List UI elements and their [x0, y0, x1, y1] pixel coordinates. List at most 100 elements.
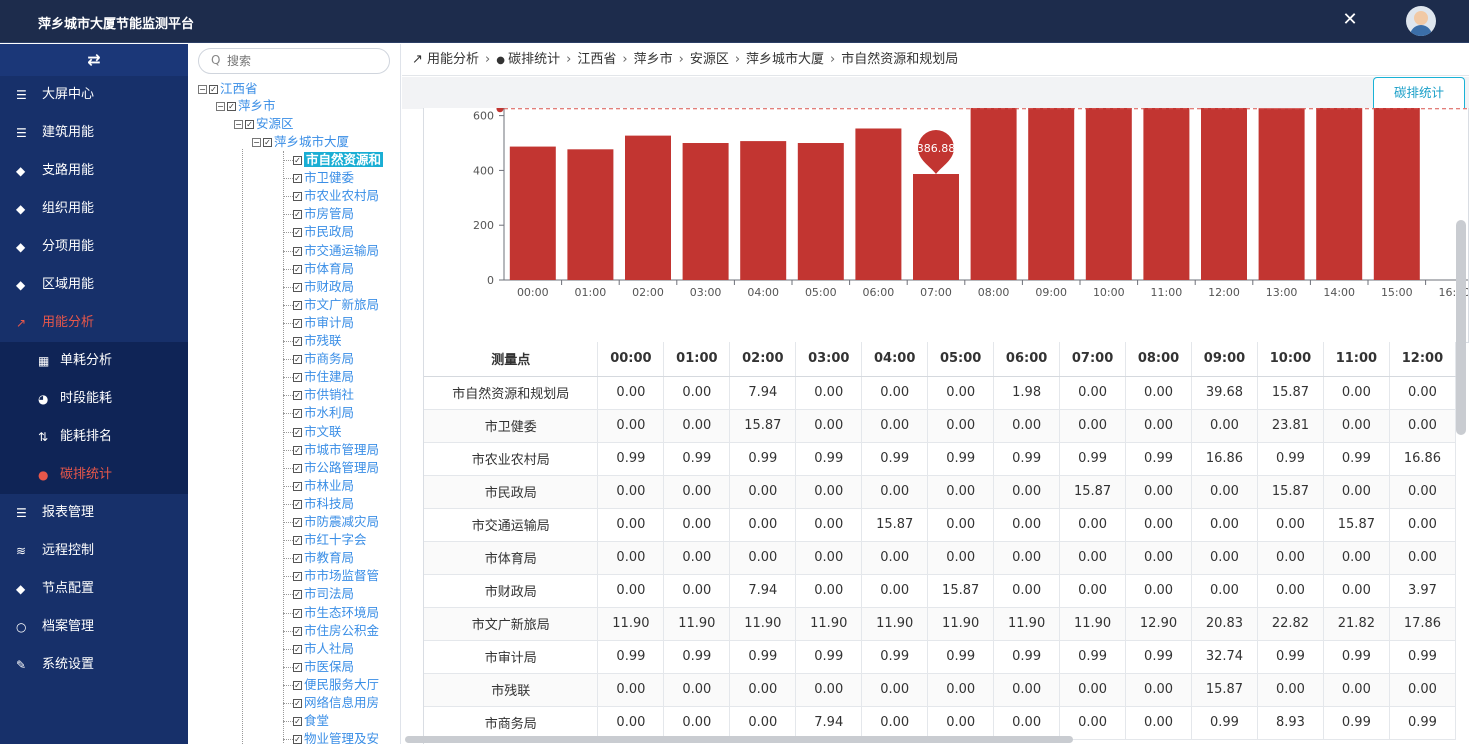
bar-03:00[interactable]	[682, 143, 729, 280]
bar-09:00[interactable]	[1028, 108, 1075, 280]
sidebar-item-15[interactable]: ✎ 系统设置	[0, 646, 188, 684]
breadcrumb-item[interactable]: 萍乡城市大厦	[746, 52, 824, 67]
tree-node-unit[interactable]: ✓ 便民服务大厅	[293, 676, 379, 694]
sidebar-item-7[interactable]: ▦ 单耗分析	[0, 342, 188, 380]
fullscreen-icon[interactable]: ✕	[1340, 10, 1360, 30]
checkbox-icon[interactable]: ✓	[245, 120, 254, 129]
tree-node-unit[interactable]: ✓ 市公路管理局	[293, 459, 379, 477]
tree-node-unit[interactable]: ✓ 网络信息用房	[293, 694, 379, 712]
table-row[interactable]: 市卫健委 0.00 0.00 15.87 0.00 0.00 0.00 0.00 0.00 0.0…	[424, 409, 1456, 443]
checkbox-icon[interactable]: ✓	[293, 300, 302, 310]
tree-node-unit[interactable]: ✓ 市房管局	[293, 205, 354, 223]
sidebar-item-1[interactable]: ☰ 建筑用能	[0, 114, 188, 152]
bar-11:00[interactable]	[1143, 108, 1190, 280]
table-row[interactable]: 市体育局 0.00 0.00 0.00 0.00 0.00 0.00 0.00 0.00 0.00…	[424, 541, 1456, 575]
sidebar-item-10[interactable]: ● 碳排统计	[0, 456, 188, 494]
checkbox-icon[interactable]: ✓	[293, 210, 302, 220]
breadcrumb-item[interactable]: 市自然资源和规划局	[841, 52, 958, 67]
checkbox-icon[interactable]: ✓	[293, 590, 302, 600]
sidebar-item-11[interactable]: ☰ 报表管理	[0, 494, 188, 532]
col-header-07:00[interactable]: 07:00	[1059, 342, 1127, 377]
tree-node-unit[interactable]: ✓ 市教育局	[293, 549, 354, 567]
search-input[interactable]	[227, 52, 377, 70]
col-header-05:00[interactable]: 05:00	[927, 342, 995, 377]
bar-08:00[interactable]	[970, 108, 1017, 280]
tree-node-unit[interactable]: ✓ 市民政局	[293, 223, 354, 241]
tree-node-city[interactable]: − ✓ 萍乡市	[216, 97, 276, 115]
vertical-scrollbar[interactable]	[1456, 220, 1466, 435]
table-row[interactable]: 市审计局 0.99 0.99 0.99 0.99 0.99 0.99 0.99 0.99 0.99…	[424, 640, 1456, 674]
checkbox-icon[interactable]: ✓	[293, 481, 302, 491]
tab-carbon-stats[interactable]: 碳排统计	[1373, 77, 1465, 110]
checkbox-icon[interactable]: ✓	[293, 373, 302, 383]
breadcrumb-item[interactable]: 碳排统计	[508, 52, 560, 67]
table-row[interactable]: 市自然资源和规划局 0.00 0.00 7.94 0.00 0.00 0.00 1.98 0.0…	[424, 376, 1456, 410]
user-avatar[interactable]	[1406, 6, 1436, 36]
table-row[interactable]: 市民政局 0.00 0.00 0.00 0.00 0.00 0.00 0.00 15.87 0.0…	[424, 475, 1456, 509]
col-header-02:00[interactable]: 02:00	[729, 342, 797, 377]
tree-node-unit[interactable]: ✓ 市交通运输局	[293, 242, 379, 260]
tree-node-unit[interactable]: ✓ 市农业农村局	[293, 187, 379, 205]
bar-13:00[interactable]	[1258, 108, 1305, 280]
checkbox-icon[interactable]: ✓	[293, 174, 302, 184]
checkbox-icon[interactable]: ✓	[293, 463, 302, 473]
col-header-09:00[interactable]: 09:00	[1191, 342, 1258, 377]
checkbox-icon[interactable]: ✓	[293, 680, 302, 690]
tree-node-unit[interactable]: ✓ 市科技局	[293, 495, 354, 513]
bar-14:00[interactable]	[1316, 108, 1363, 280]
bar-00:00[interactable]	[509, 146, 556, 280]
col-header-04:00[interactable]: 04:00	[861, 342, 929, 377]
checkbox-icon[interactable]: ✓	[293, 355, 302, 365]
tree-node-unit[interactable]: ✓ 市医保局	[293, 658, 354, 676]
tree-node-unit[interactable]: ✓ 市司法局	[293, 585, 354, 603]
checkbox-icon[interactable]: ✓	[293, 337, 302, 346]
tree-node-unit[interactable]: ✓ 市防震减灾局	[293, 513, 379, 531]
sidebar-item-8[interactable]: ◕ 时段能耗	[0, 380, 188, 418]
tree-node-unit[interactable]: ✓ 市人社局	[293, 640, 354, 658]
bar-15:00[interactable]	[1373, 108, 1420, 280]
sidebar-item-13[interactable]: ◆ 节点配置	[0, 570, 188, 608]
bar-04:00[interactable]	[740, 141, 787, 280]
tree-node-unit[interactable]: ✓ 市文广新旅局	[293, 296, 379, 314]
bar-10:00[interactable]	[1085, 108, 1132, 280]
breadcrumb-item[interactable]: 江西省	[577, 52, 616, 67]
table-row[interactable]: 市农业农村局 0.99 0.99 0.99 0.99 0.99 0.99 0.99 0.99 0.…	[424, 442, 1456, 476]
tree-node-unit[interactable]: ✓ 市审计局	[293, 314, 354, 332]
checkbox-icon[interactable]: ✓	[293, 156, 302, 165]
table-row[interactable]: 市财政局 0.00 0.00 7.94 0.00 0.00 15.87 0.00 0.00 0.0…	[424, 574, 1456, 608]
col-header-08:00[interactable]: 08:00	[1125, 342, 1192, 377]
tree-node-unit[interactable]: ✓ 市卫健委	[293, 169, 354, 187]
sidebar-item-6[interactable]: ↗ 用能分析	[0, 304, 188, 342]
bar-07:00[interactable]	[913, 174, 959, 280]
breadcrumb-item[interactable]: 用能分析	[427, 52, 479, 67]
horizontal-scrollbar[interactable]	[405, 736, 1073, 743]
table-row[interactable]: 市残联 0.00 0.00 0.00 0.00 0.00 0.00 0.00 0.00 0.00 1…	[424, 673, 1456, 707]
breadcrumb-item[interactable]: 安源区	[690, 52, 729, 67]
sidebar-item-5[interactable]: ◆ 区域用能	[0, 266, 188, 304]
collapse-icon[interactable]: −	[252, 138, 261, 147]
bar-12:00[interactable]	[1201, 108, 1247, 280]
checkbox-icon[interactable]: ✓	[293, 554, 302, 564]
tree-node-unit[interactable]: ✓ 市林业局	[293, 477, 354, 495]
checkbox-icon[interactable]: ✓	[293, 282, 302, 292]
tree-node-unit[interactable]: ✓ 市住房公积金	[293, 622, 379, 640]
checkbox-icon[interactable]: ✓	[293, 699, 302, 708]
sidebar-item-0[interactable]: ☰ 大屏中心	[0, 76, 188, 114]
sidebar-item-3[interactable]: ◆ 组织用能	[0, 190, 188, 228]
bar-02:00[interactable]	[625, 135, 671, 280]
col-header-00:00[interactable]: 00:00	[597, 342, 665, 377]
checkbox-icon[interactable]: ✓	[293, 518, 302, 527]
checkbox-icon[interactable]: ✓	[293, 192, 302, 202]
checkbox-icon[interactable]: ✓	[293, 427, 302, 437]
tree-node-unit[interactable]: ✓ 市城市管理局	[293, 441, 379, 459]
checkbox-icon[interactable]: ✓	[227, 102, 236, 111]
sidebar-item-12[interactable]: ≋ 远程控制	[0, 532, 188, 570]
sidebar-item-9[interactable]: ⇅ 能耗排名	[0, 418, 188, 456]
checkbox-icon[interactable]: ✓	[293, 735, 302, 744]
checkbox-icon[interactable]: ✓	[293, 536, 302, 546]
collapse-icon[interactable]: −	[216, 102, 225, 111]
tree-node-building[interactable]: − ✓ 萍乡城市大厦	[252, 133, 349, 151]
sidebar-item-4[interactable]: ◆ 分项用能	[0, 228, 188, 266]
tree-node-province[interactable]: − ✓ 江西省	[198, 80, 258, 98]
checkbox-icon[interactable]: ✓	[209, 85, 218, 94]
